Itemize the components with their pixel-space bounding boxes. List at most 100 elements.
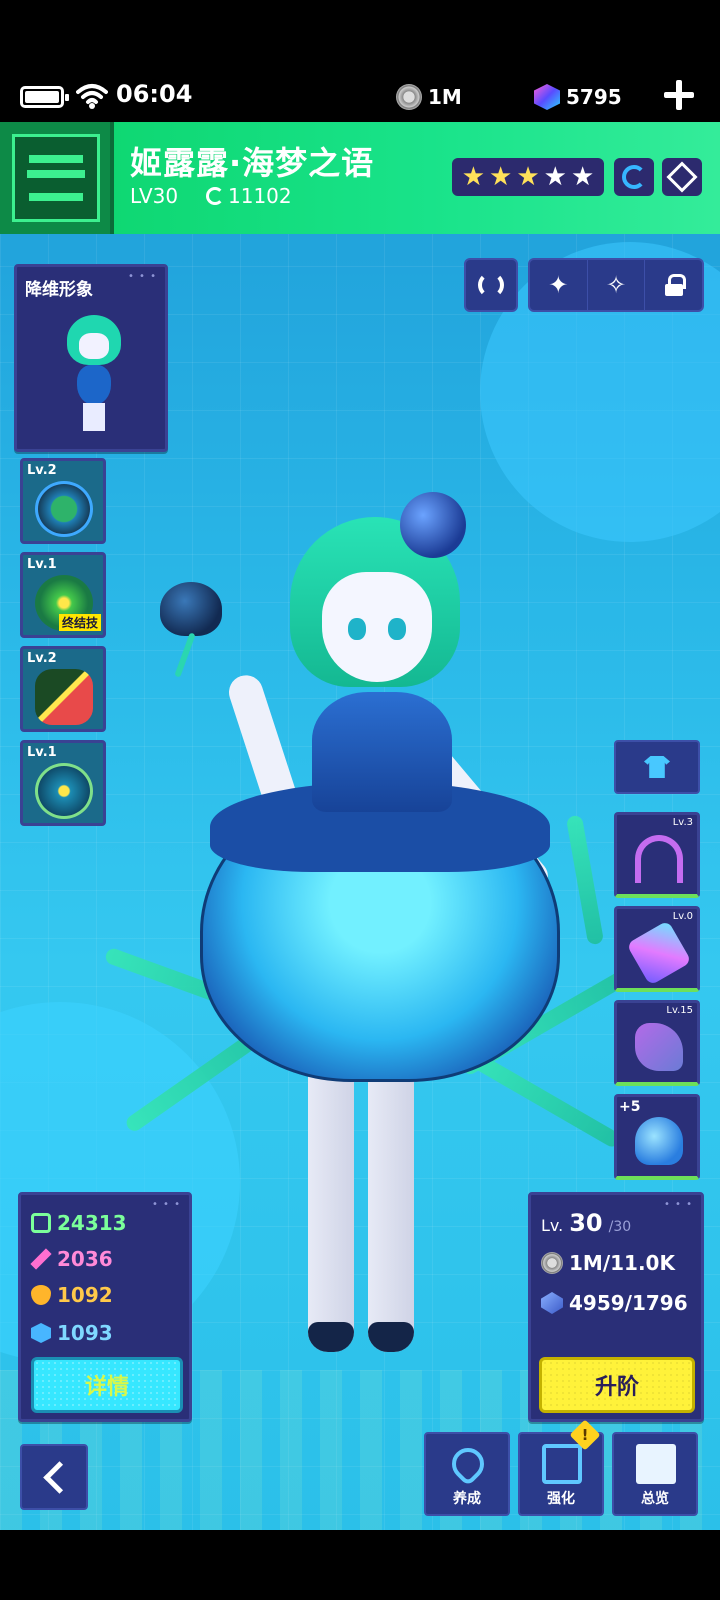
skill-slot-2[interactable]: Lv.1 终结技 [20, 552, 106, 638]
ascend-button[interactable]: 升阶 [539, 1357, 695, 1413]
spd-value: 1093 [57, 1321, 113, 1345]
gem-amount: 5795 [566, 85, 622, 109]
leg [368, 1052, 414, 1352]
character-header: 姬露露·海梦之语 LV30 11102 ★ ★ ★ ★ ★ [0, 122, 720, 234]
torso [312, 692, 452, 812]
hp-value: 24313 [57, 1211, 127, 1235]
level-current: 30 [569, 1209, 603, 1237]
effects-button[interactable]: ✧ [588, 260, 646, 310]
lock-icon [664, 274, 686, 296]
water-element-icon [622, 165, 646, 189]
gear-slot-3[interactable]: Lv.15 [614, 1000, 700, 1086]
gear-level: Lv.3 [672, 817, 693, 828]
star-filled-icon: ★ [461, 162, 486, 192]
eye [348, 618, 366, 640]
coin-counter[interactable]: 1M [396, 84, 462, 110]
gear-slot-1[interactable]: Lv.3 [614, 812, 700, 898]
coin-cost-row: 1M/11.0K [541, 1251, 675, 1275]
gem-counter[interactable]: 5795 [534, 84, 622, 110]
headphones-icon [635, 835, 683, 883]
refresh-icon [478, 272, 504, 298]
clock: 06:04 [116, 80, 193, 108]
level-panel: • • • Lv. 30 /30 1M/11.0K 4959/1796 升阶 [528, 1192, 704, 1422]
class-icon [666, 161, 698, 193]
skate-icon [635, 1023, 683, 1071]
skill-slot-1[interactable]: Lv.2 [20, 458, 106, 544]
skin-card-title: 降维形象 [25, 280, 93, 300]
view-controls: ✦ ✧ [528, 258, 704, 312]
jellyfish-pet [160, 582, 222, 636]
stats-panel: • • • 24313 2036 1092 1093 详情 [18, 1192, 192, 1422]
gear-slot-2[interactable]: Lv.0 [614, 906, 700, 992]
status-bar: 06:04 1M 5795 [0, 70, 720, 122]
locked-skill-icon [35, 763, 93, 819]
bottom-bar [0, 1530, 720, 1600]
character-scene: 姬露露·海梦之语 LV30 11102 ★★★★★ 降维形象 • • • [0, 122, 720, 1530]
more-dots-icon: • • • [127, 271, 157, 282]
folder-icon [636, 1444, 676, 1484]
shield-icon [31, 1285, 51, 1305]
tendril [467, 1050, 623, 1150]
sword-icon [30, 1248, 52, 1270]
character-name: 姬露露·海梦之语 [130, 144, 375, 182]
alert-icon: ! [581, 1426, 589, 1444]
element-button[interactable] [614, 158, 654, 196]
faction-icon [12, 134, 100, 222]
sparkle-button[interactable]: ✦ [530, 260, 588, 310]
melon-skill-icon [35, 669, 93, 725]
chip-icon [541, 1292, 563, 1314]
leaf-skill-icon [35, 481, 93, 537]
wifi-icon [76, 84, 108, 109]
sparkle-icon: ✦ [548, 271, 569, 299]
nurture-button[interactable]: 养成 [424, 1432, 510, 1516]
outfit-button[interactable] [614, 740, 700, 794]
lock-button[interactable] [645, 260, 702, 310]
gear-level: Lv.0 [672, 911, 693, 922]
shirt-icon [644, 756, 670, 778]
back-button[interactable] [20, 1444, 88, 1510]
device-icon [626, 920, 692, 986]
eye [388, 618, 406, 640]
chip-cost-row: 4959/1796 [541, 1291, 688, 1315]
stat-atk: 2036 [30, 1247, 113, 1271]
skill-slot-4[interactable]: Lv.1 [20, 740, 106, 826]
tendril [565, 814, 605, 946]
lightning-icon [31, 1323, 51, 1343]
gear-slot-4[interactable]: +5 [614, 1094, 700, 1180]
battery-level [25, 91, 59, 103]
stat-def: 1092 [31, 1283, 113, 1307]
switch-view-button[interactable] [464, 258, 518, 312]
enhance-label: 强化 [547, 1491, 575, 1507]
leg [308, 1052, 354, 1352]
chibi-face [79, 333, 109, 359]
sandal [308, 1322, 354, 1352]
level-row: Lv. 30 /30 [541, 1209, 631, 1237]
power-value: 11102 [228, 184, 292, 208]
sparkles-icon: ✧ [605, 271, 627, 299]
def-value: 1092 [57, 1283, 113, 1307]
stat-spd: 1093 [31, 1321, 113, 1345]
class-button[interactable] [662, 158, 702, 196]
sandal [368, 1322, 414, 1352]
enhance-button[interactable]: 强化 ! [518, 1419, 604, 1516]
star-filled-icon: ★ [516, 162, 540, 192]
refine-level: +5 [619, 1099, 641, 1115]
character-level: LV30 [130, 184, 179, 208]
hair-ornament [400, 492, 466, 558]
details-button[interactable]: 详情 [31, 1357, 183, 1413]
game-screen: 06:04 1M 5795 姬露露·海梦之语 LV30 11102 ★ ★ ★ … [0, 0, 720, 1600]
chip-upgrade-icon [542, 1444, 582, 1484]
stat-hp: 24313 [31, 1211, 127, 1235]
star-empty-icon: ★ [543, 162, 567, 192]
atk-value: 2036 [57, 1247, 113, 1271]
star-rating: ★ ★ ★ ★ ★ [452, 158, 604, 196]
face [322, 572, 432, 682]
skill-slot-3[interactable]: Lv.2 [20, 646, 106, 732]
coin-icon [396, 84, 422, 110]
coin-amount: 1M [428, 85, 462, 109]
add-currency-button[interactable] [662, 78, 696, 112]
skill-level: Lv.1 [27, 745, 57, 760]
overview-button[interactable]: 总览 [612, 1432, 698, 1516]
ultimate-tag: 终结技 [58, 614, 101, 631]
skill-level: Lv.2 [27, 651, 57, 666]
